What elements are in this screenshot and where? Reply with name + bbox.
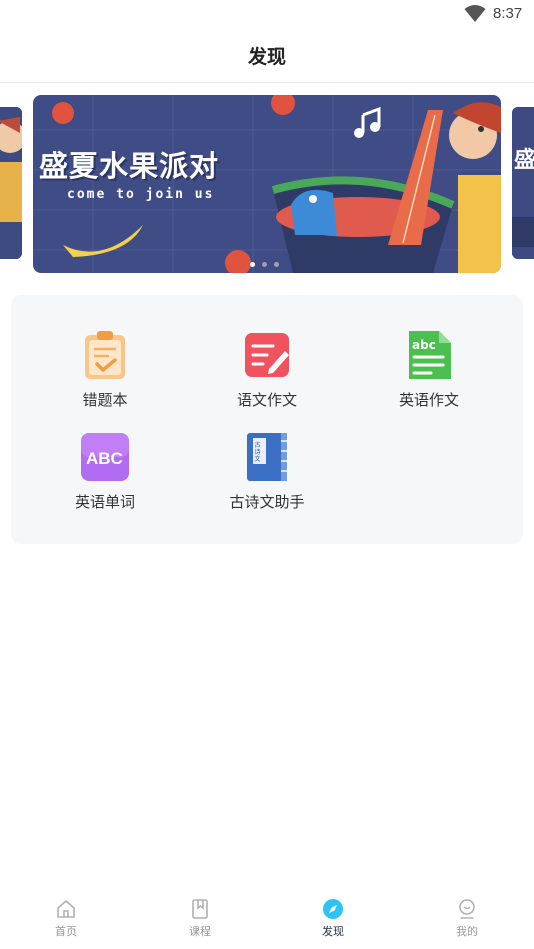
status-time: 8:37 bbox=[493, 5, 523, 22]
bottom-tab-bar: 首页 课程 发现 我的 bbox=[0, 890, 534, 949]
tab-label: 我的 bbox=[456, 925, 478, 938]
carousel-indicator bbox=[250, 262, 279, 267]
carousel-dot bbox=[262, 262, 267, 267]
banner-subtitle: come to join us bbox=[67, 187, 215, 202]
feature-wrong-questions[interactable]: 错题本 bbox=[35, 329, 175, 410]
feature-english-essay[interactable]: abc 英语作文 bbox=[359, 329, 499, 410]
feature-english-words[interactable]: ABC 英语单词 bbox=[35, 431, 175, 512]
carousel-dot bbox=[250, 262, 255, 267]
feature-label: 英语作文 bbox=[398, 391, 459, 409]
tab-label: 发现 bbox=[322, 925, 344, 938]
feature-chinese-essay[interactable]: 语文作文 bbox=[197, 329, 337, 410]
abc-document-icon: abc bbox=[409, 331, 451, 379]
svg-text:盛: 盛 bbox=[514, 147, 534, 173]
svg-text:abc: abc bbox=[412, 338, 436, 352]
poetry-book-icon: 古 诗 文 bbox=[247, 433, 287, 481]
tab-label: 首页 bbox=[55, 925, 77, 938]
feature-label: 英语单词 bbox=[74, 493, 135, 511]
clipboard-check-icon bbox=[85, 331, 125, 379]
feature-label: 古诗文助手 bbox=[229, 493, 305, 511]
tab-label: 课程 bbox=[189, 925, 211, 938]
carousel-dot bbox=[274, 262, 279, 267]
page-header: 发现 bbox=[0, 30, 534, 83]
svg-text:诗: 诗 bbox=[255, 448, 261, 456]
tab-courses[interactable]: 课程 bbox=[170, 898, 230, 939]
pen-document-icon bbox=[245, 333, 289, 377]
banner-headline: 盛夏水果派对 bbox=[39, 149, 220, 183]
banner-carousel[interactable]: 盛夏水果派对 come to join us 盛 bbox=[0, 95, 534, 273]
wifi-icon bbox=[464, 5, 486, 22]
book-icon bbox=[192, 899, 208, 919]
feature-label: 错题本 bbox=[82, 391, 128, 409]
compass-icon bbox=[323, 899, 343, 919]
feature-panel: 错题本 语文作文 abc 英语作文 ABC 英语单词 古 诗 文 古诗文助手 bbox=[11, 295, 523, 544]
abc-card-icon: ABC bbox=[81, 433, 129, 481]
svg-text:ABC: ABC bbox=[86, 449, 123, 468]
status-bar: 8:37 bbox=[0, 0, 534, 30]
tab-home[interactable]: 首页 bbox=[36, 898, 96, 939]
banner-slide-next[interactable]: 盛 bbox=[512, 107, 534, 259]
banner-slide[interactable]: 盛夏水果派对 come to join us bbox=[33, 95, 501, 273]
feature-poetry-assistant[interactable]: 古 诗 文 古诗文助手 bbox=[197, 431, 337, 512]
profile-icon bbox=[459, 899, 475, 919]
feature-label: 语文作文 bbox=[236, 391, 297, 409]
home-icon bbox=[57, 900, 75, 918]
banner-slide-previous[interactable] bbox=[0, 107, 22, 259]
svg-text:古: 古 bbox=[255, 441, 261, 449]
page-title: 发现 bbox=[247, 46, 286, 68]
tab-discover[interactable]: 发现 bbox=[303, 898, 363, 939]
tab-mine[interactable]: 我的 bbox=[437, 898, 497, 939]
svg-text:文: 文 bbox=[255, 455, 261, 463]
